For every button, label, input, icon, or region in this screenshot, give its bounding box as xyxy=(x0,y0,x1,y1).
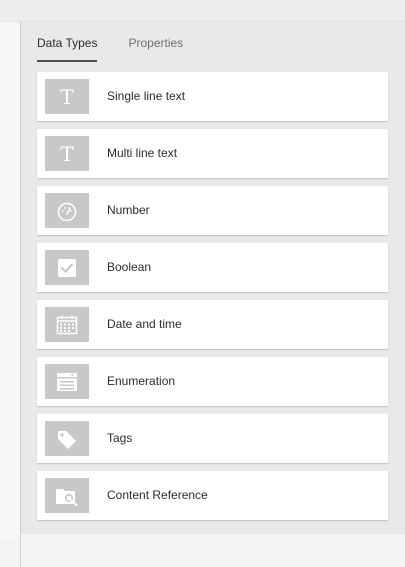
data-type-label: Number xyxy=(107,203,150,217)
data-type-single-line-text[interactable]: T Single line text xyxy=(37,72,388,121)
panel-tabs: Data Types Properties xyxy=(37,32,183,62)
data-type-multi-line-text[interactable]: T Multi line text xyxy=(37,129,388,178)
data-type-number[interactable]: Number xyxy=(37,186,388,235)
panel-footer xyxy=(21,534,405,567)
data-type-tags[interactable]: Tags xyxy=(37,414,388,463)
data-type-content-reference[interactable]: Content Reference xyxy=(37,471,388,520)
data-type-label: Date and time xyxy=(107,317,182,331)
tab-data-types[interactable]: Data Types xyxy=(37,32,98,62)
calendar-icon xyxy=(45,307,89,342)
data-type-enumeration[interactable]: Enumeration xyxy=(37,357,388,406)
data-type-label: Content Reference xyxy=(107,488,208,502)
data-type-label: Enumeration xyxy=(107,374,176,388)
data-types-panel: Data Types Properties T Single line text… xyxy=(21,22,405,534)
top-bar xyxy=(0,0,405,22)
data-type-label: Multi line text xyxy=(107,146,178,160)
left-canvas-footer xyxy=(0,539,22,567)
folder-search-icon xyxy=(45,478,89,513)
tag-icon xyxy=(45,421,89,456)
svg-text:T: T xyxy=(60,144,74,164)
data-type-label: Boolean xyxy=(107,260,152,274)
svg-text:T: T xyxy=(60,87,74,107)
data-type-boolean[interactable]: Boolean xyxy=(37,243,388,292)
text-t-icon: T xyxy=(45,136,89,171)
data-type-label: Tags xyxy=(107,431,133,445)
left-canvas xyxy=(0,22,22,539)
tab-properties[interactable]: Properties xyxy=(128,32,183,62)
checkbox-icon xyxy=(45,250,89,285)
data-type-label: Single line text xyxy=(107,89,186,103)
dropdown-list-icon xyxy=(45,364,89,399)
data-type-list: T Single line text T Multi line text Num… xyxy=(37,72,388,528)
gauge-icon xyxy=(45,193,89,228)
text-t-icon: T xyxy=(45,79,89,114)
data-type-date-and-time[interactable]: Date and time xyxy=(37,300,388,349)
